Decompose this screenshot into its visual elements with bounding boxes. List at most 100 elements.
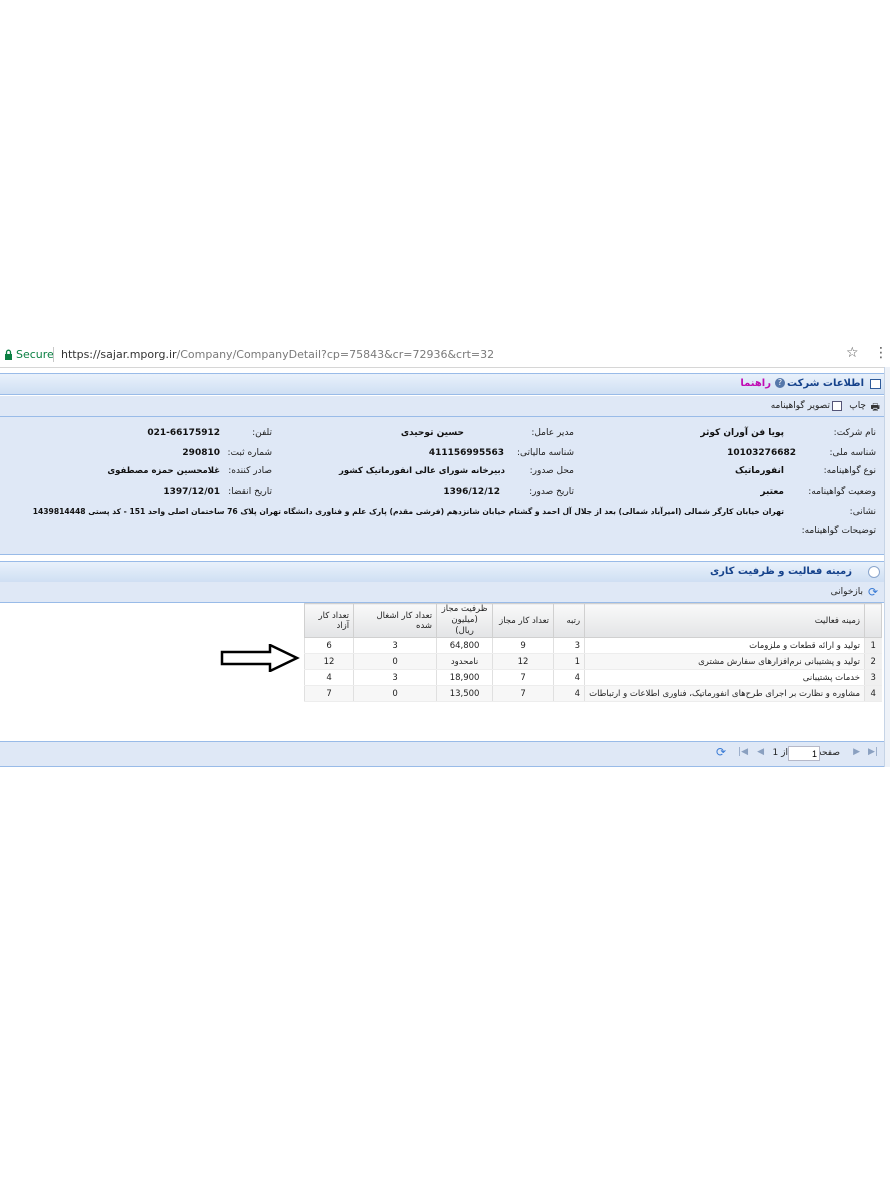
company-name-value: پویا فن آوران کوثر (700, 428, 784, 438)
free-jobs-cell: 6 (304, 637, 354, 654)
allowed-jobs-cell: 9 (492, 637, 554, 654)
occupied-jobs-cell: 3 (353, 669, 437, 686)
certificate-image-icon[interactable] (832, 401, 842, 411)
address-label: نشانی: (849, 507, 876, 517)
printer-icon[interactable]: 🖶 (871, 400, 880, 417)
annotation-arrow-icon (220, 644, 300, 672)
refresh-button[interactable]: بازخوانی (831, 587, 863, 597)
phone-value: 021-66175912 (147, 428, 220, 438)
company-info-form: نام شرکت: پویا فن آوران کوثر مدیر عامل: … (0, 417, 884, 555)
next-page-icon[interactable]: ▶ (853, 747, 860, 757)
activity-panel-header: زمینه فعالیت و ظرفیت کاری (0, 561, 884, 583)
column-header-free-jobs[interactable]: تعداد کار آزاد (304, 603, 355, 638)
url-path: /Company/CompanyDetail?cp=75843&cr=72936… (176, 348, 495, 361)
issuer-value: غلامحسین حمزه مصطفوی (107, 466, 220, 476)
help-icon[interactable]: ? (775, 378, 785, 388)
browser-address-bar: Secure https://sajar.mporg.ir/Company/Co… (0, 343, 890, 368)
secure-label: Secure (16, 348, 54, 361)
capacity-cell: 18,900 (436, 669, 493, 686)
rank-cell: 3 (553, 637, 585, 654)
column-header-allowed-jobs[interactable]: تعداد کار مجاز (492, 603, 555, 638)
issue-place-label: محل صدور: (529, 466, 574, 476)
column-header-occupied-jobs[interactable]: تعداد کار اشغال شده (353, 603, 438, 638)
national-id-label: شناسه ملی: (829, 448, 876, 458)
expiry-date-value: 1397/12/01 (163, 487, 220, 497)
activity-panel-toolbar: ⟳ بازخوانی (0, 582, 884, 603)
column-header-activity-field[interactable]: زمینه فعالیت (584, 603, 865, 638)
page-number-input[interactable] (788, 746, 820, 761)
table-row[interactable]: 3 خدمات پشتیبانی 4 7 18,900 3 4 (304, 669, 882, 686)
previous-page-icon[interactable]: ◀ (757, 747, 764, 757)
free-jobs-cell: 7 (304, 685, 354, 702)
tax-id-value: 411156995563 (428, 448, 504, 458)
allowed-jobs-cell: 12 (492, 653, 554, 670)
table-header-row: زمینه فعالیت رتبه تعداد کار مجاز ظرفیت م… (304, 603, 882, 638)
column-header-allowed-capacity[interactable]: ظرفیت مجاز (میلیون ریال) (436, 603, 494, 638)
row-number: 1 (864, 637, 882, 654)
rank-cell: 1 (553, 653, 585, 670)
url-field[interactable]: https://sajar.mporg.ir/Company/CompanyDe… (61, 348, 494, 361)
pagination-toolbar: ▶| ▶ صفحه از 1 ◀ |◀ ⟳ (0, 741, 884, 767)
occupied-jobs-cell: 0 (353, 653, 437, 670)
company-panel-header: اطلاعات شرکت ? راهنما (0, 373, 884, 395)
pager-refresh-icon[interactable]: ⟳ (716, 745, 726, 759)
bookmark-star-icon[interactable]: ☆ (846, 345, 859, 361)
capacity-cell: 13,500 (436, 685, 493, 702)
refresh-icon[interactable]: ⟳ (868, 585, 878, 599)
occupied-jobs-cell: 0 (353, 685, 437, 702)
certificate-status-label: وضعیت گواهینامه: (808, 487, 876, 497)
certificate-status-value: معتبر (760, 487, 784, 497)
issue-date-label: تاریخ صدور: (529, 487, 574, 497)
issue-date-value: 1396/12/12 (443, 487, 500, 497)
certificate-image-button[interactable]: تصویر گواهینامه (771, 401, 830, 411)
rank-cell: 4 (553, 685, 585, 702)
capacity-cell: 64,800 (436, 637, 493, 654)
table-row[interactable]: 2 تولید و پشتیبانی نرم‌افزارهای سفارش مش… (304, 653, 882, 670)
browser-menu-icon[interactable]: ⋮ (874, 345, 888, 361)
collapse-icon[interactable] (868, 566, 880, 578)
activity-field-cell: تولید و ارائه قطعات و ملزومات (584, 637, 865, 654)
page-label: صفحه (817, 748, 840, 758)
last-page-icon[interactable]: ▶| (868, 747, 878, 757)
allowed-jobs-cell: 7 (492, 669, 554, 686)
table-row[interactable]: 4 مشاوره و نظارت بر اجرای طرح‌های انفورم… (304, 685, 882, 702)
page-total-label: از 1 (772, 748, 788, 758)
page-scrollbar[interactable] (884, 367, 890, 767)
certificate-notes-label: توضیحات گواهینامه: (801, 526, 876, 536)
activity-panel-title: زمینه فعالیت و ظرفیت کاری (709, 566, 852, 577)
column-header-rank[interactable]: رتبه (553, 603, 586, 638)
certificate-type-label: نوع گواهینامه: (823, 466, 876, 476)
address-separator (53, 347, 54, 362)
company-name-label: نام شرکت: (833, 428, 876, 438)
registration-number-value: 290810 (182, 448, 220, 458)
issue-place-value: دبیرخانه شورای عالی انفورماتیک کشور (339, 466, 505, 476)
free-jobs-cell: 4 (304, 669, 354, 686)
free-jobs-cell: 12 (304, 653, 354, 670)
expiry-date-label: تاریخ انقضا: (228, 487, 272, 497)
allowed-jobs-cell: 7 (492, 685, 554, 702)
company-panel-title: اطلاعات شرکت (786, 378, 864, 389)
issuer-label: صادر کننده: (228, 466, 272, 476)
activity-table: زمینه فعالیت رتبه تعداد کار مجاز ظرفیت م… (304, 603, 882, 702)
table-row[interactable]: 1 تولید و ارائه قطعات و ملزومات 3 9 64,8… (304, 637, 882, 654)
address-value: تهران خیابان کارگر شمالی (امیرآباد شمالی… (32, 507, 784, 516)
registration-number-label: شماره ثبت: (227, 448, 273, 458)
window-icon (870, 379, 881, 389)
phone-label: تلفن: (252, 428, 272, 438)
first-page-icon[interactable]: |◀ (738, 747, 748, 757)
print-button[interactable]: چاپ (849, 401, 866, 411)
company-panel-toolbar: 🖶 چاپ تصویر گواهینامه (0, 396, 884, 417)
help-link[interactable]: راهنما (740, 378, 771, 389)
activity-grid: زمینه فعالیت رتبه تعداد کار مجاز ظرفیت م… (0, 603, 884, 741)
occupied-jobs-cell: 3 (353, 637, 437, 654)
lock-icon (5, 349, 12, 360)
manager-value: حسین توحیدی (400, 428, 464, 438)
certificate-type-value: انفورماتیک (735, 466, 784, 476)
national-id-value: 10103276682 (727, 448, 796, 458)
manager-label: مدیر عامل: (531, 428, 574, 438)
row-number: 2 (864, 653, 882, 670)
activity-field-cell: تولید و پشتیبانی نرم‌افزارهای سفارش مشتر… (584, 653, 865, 670)
activity-field-cell: مشاوره و نظارت بر اجرای طرح‌های انفورمات… (584, 685, 865, 702)
rank-cell: 4 (553, 669, 585, 686)
column-header-row-number[interactable] (864, 603, 882, 638)
